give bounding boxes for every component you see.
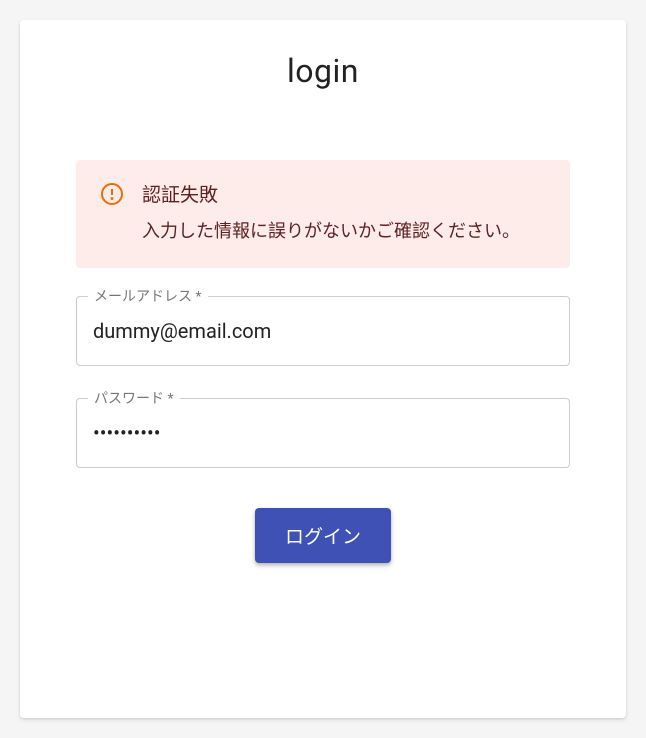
- email-field-group: メールアドレス *: [76, 296, 570, 366]
- password-label: パスワード *: [88, 388, 180, 408]
- alert-message: 入力した情報に誤りがないかご確認ください。: [142, 217, 546, 248]
- error-alert: 認証失敗 入力した情報に誤りがないかご確認ください。: [76, 160, 570, 268]
- password-field-group: パスワード *: [76, 398, 570, 468]
- login-button[interactable]: ログイン: [255, 508, 391, 563]
- alert-title: 認証失敗: [142, 180, 546, 207]
- email-input[interactable]: [76, 296, 570, 366]
- page-title: login: [76, 52, 570, 90]
- error-icon: [100, 182, 124, 206]
- button-row: ログイン: [76, 508, 570, 563]
- email-label: メールアドレス *: [88, 286, 208, 306]
- password-input[interactable]: [76, 398, 570, 468]
- alert-content: 認証失敗 入力した情報に誤りがないかご確認ください。: [142, 180, 546, 248]
- login-card: login 認証失敗 入力した情報に誤りがないかご確認ください。 メールアドレス…: [20, 20, 626, 718]
